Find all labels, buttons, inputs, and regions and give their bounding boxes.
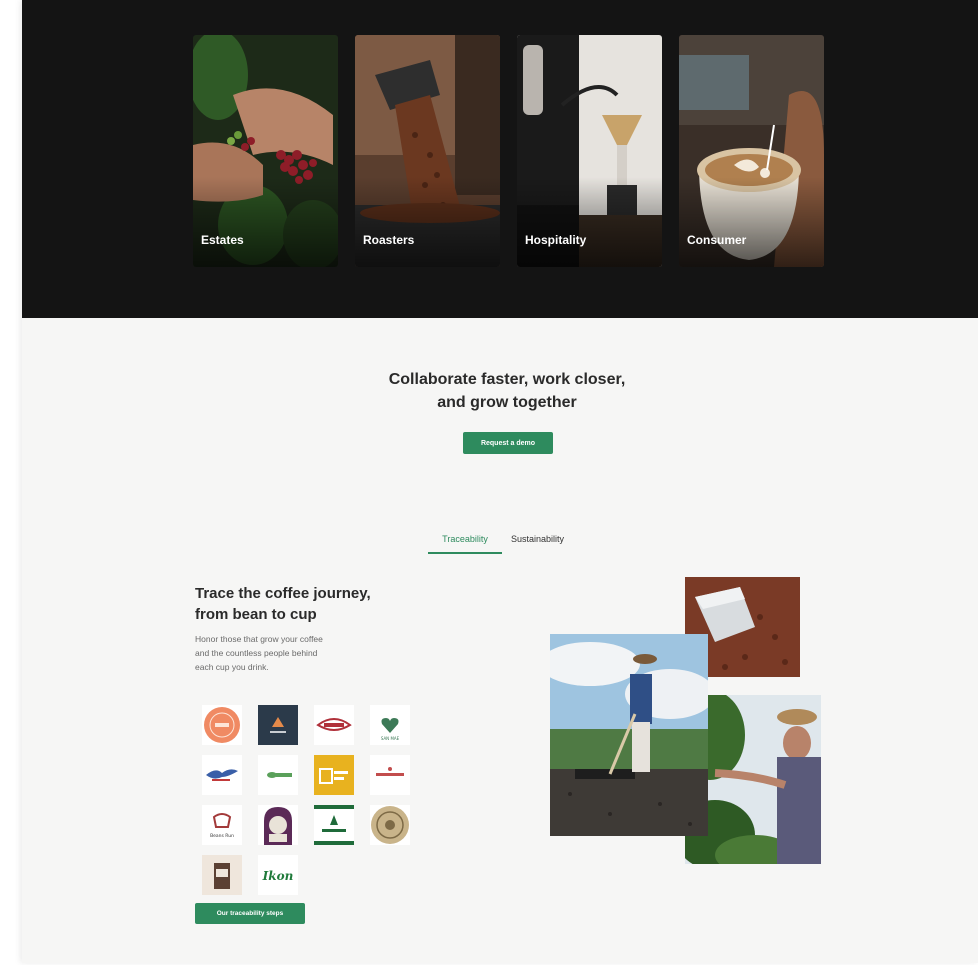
purple-portrait-logo [258,805,298,845]
green-wordmark-logo: Ikon [258,855,298,895]
yellow-box-logo [314,755,354,795]
card-shade [517,177,662,267]
bag-logo [202,855,242,895]
card-shade [193,177,338,267]
landing-page: Estates Roasters Hospitality Consumer Co… [22,0,978,963]
card-hospitality-label: Hospitality [525,233,587,247]
green-heart-logo: SAN MAE [370,705,410,745]
card-estates[interactable]: Estates [193,35,338,267]
card-estates-label: Estates [201,233,244,247]
red-script-logo [314,705,354,745]
hero-section: Estates Roasters Hospitality Consumer [22,0,978,318]
photo-farmer-drying-beans [550,634,708,836]
beige-seal-logo [370,805,410,845]
green-heart-logo-text: SAN MAE [381,736,400,741]
green-leaf-logo [258,755,298,795]
card-shade [355,177,500,267]
blue-bird-logo [202,755,242,795]
solution-tabs: Traceability Sustainability [428,530,573,554]
tab-sustainability[interactable]: Sustainability [502,530,573,554]
teapot-logo-text: Beans Run [210,833,234,839]
card-consumer[interactable]: Consumer [679,35,824,267]
orange-circle-logo [202,705,242,745]
browser-frame: Estates Roasters Hospitality Consumer Co… [0,0,978,965]
card-roasters-label: Roasters [363,233,415,247]
request-demo-button[interactable]: Request a demo [463,432,553,454]
card-hospitality[interactable]: Hospitality [517,35,662,267]
traceability-steps-button[interactable]: Our traceability steps [195,903,305,924]
card-consumer-label: Consumer [687,233,747,247]
green-wordmark-text: Ikon [262,869,294,883]
traceability-description: Honor those that grow your coffee and th… [195,634,323,672]
card-shade [679,177,824,267]
traceability-heading: Trace the coffee journey, from bean to c… [195,585,371,623]
green-stripe-logo [314,805,354,845]
cta-heading: Collaborate faster, work closer, and gro… [388,371,626,411]
teapot-logo: Beans Run [202,805,242,845]
red-wordmark-logo [370,755,410,795]
tab-traceability[interactable]: Traceability [428,530,502,554]
dark-navy-logo [258,705,298,745]
card-roasters[interactable]: Roasters [355,35,500,267]
